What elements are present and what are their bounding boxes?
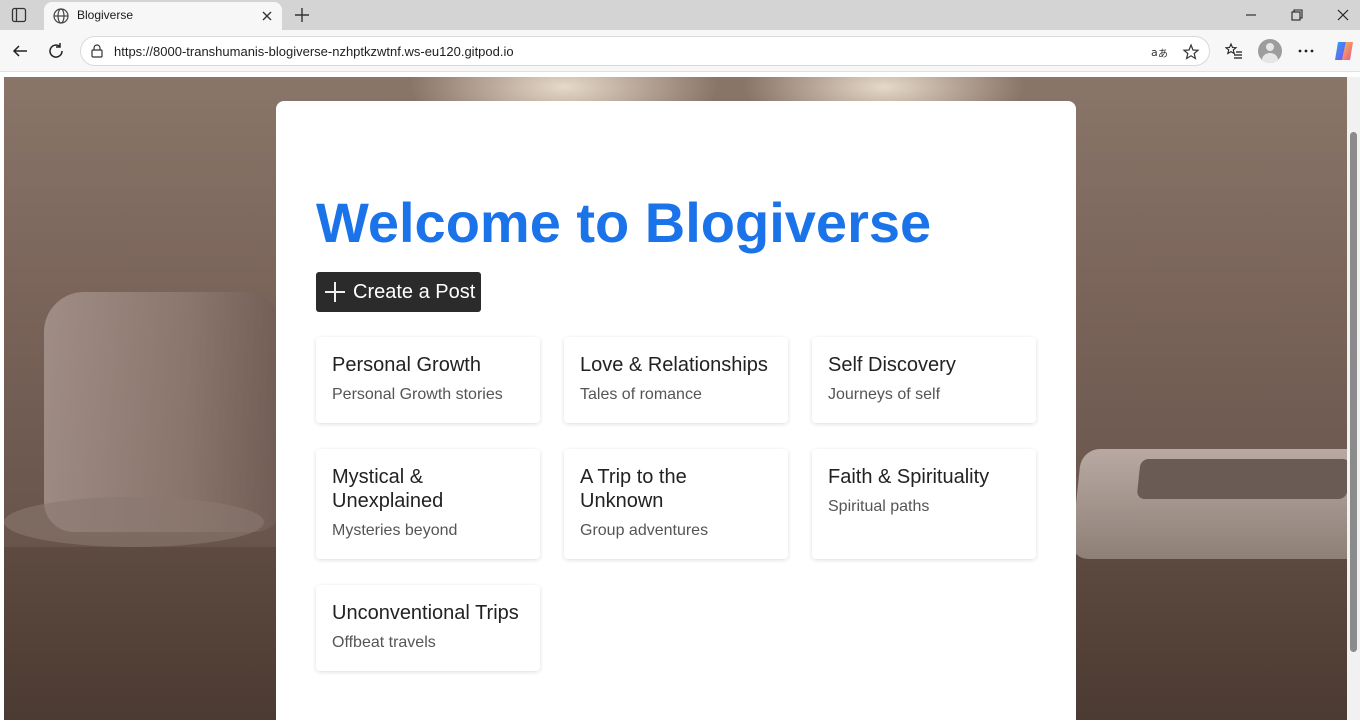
close-window-icon[interactable] (1320, 0, 1360, 30)
page-scrollbar[interactable] (1347, 77, 1360, 720)
category-title: Love & Relationships (580, 354, 768, 376)
category-title: Faith & Spirituality (828, 466, 990, 488)
category-title: A Trip to the Unknown (580, 466, 687, 512)
browser-tab[interactable]: Blogiverse (44, 2, 282, 30)
browser-toolbar: https://8000-transhumanis-blogiverse-nzh… (0, 30, 1360, 72)
create-post-button[interactable]: Create a Post (316, 272, 481, 312)
category-description: Group adventures (580, 522, 709, 539)
tab-title: Blogiverse (77, 8, 134, 22)
back-arrow-icon[interactable] (8, 39, 32, 63)
category-title: Unconventional Trips (332, 602, 519, 624)
category-title: Self Discovery (828, 354, 956, 376)
phone-shape (1070, 449, 1347, 559)
category-card-love-relationships[interactable]: Love & Relationships Tales of romance (564, 337, 788, 423)
new-tab-icon[interactable] (290, 3, 314, 27)
scrollbar-thumb[interactable] (1350, 132, 1357, 652)
translate-icon[interactable]: aあ (1148, 41, 1170, 63)
more-menu-icon[interactable] (1294, 39, 1318, 63)
category-description: Tales of romance (580, 386, 702, 403)
url-text[interactable]: https://8000-transhumanis-blogiverse-nzh… (114, 44, 514, 60)
category-card-unconventional-trips[interactable]: Unconventional Trips Offbeat travels (316, 585, 540, 671)
site-info-icon[interactable] (89, 43, 105, 59)
plus-icon (324, 281, 346, 303)
address-bar[interactable]: https://8000-transhumanis-blogiverse-nzh… (80, 36, 1210, 66)
close-tab-icon[interactable] (258, 7, 276, 25)
category-title: Personal Growth (332, 354, 481, 376)
globe-icon (52, 7, 70, 25)
svg-text:a: a (1151, 46, 1158, 59)
restore-icon[interactable] (1274, 0, 1320, 30)
category-description: Journeys of self (828, 386, 941, 403)
saucer-shape (4, 497, 264, 547)
favorite-star-icon[interactable] (1180, 41, 1202, 63)
category-description: Personal Growth stories (332, 386, 503, 403)
category-card-personal-growth[interactable]: Personal Growth Personal Growth stories (316, 337, 540, 423)
category-card-trip-unknown[interactable]: A Trip to the Unknown Group adventures (564, 449, 788, 559)
category-title: Mystical & Unexplained (332, 466, 444, 512)
copilot-icon[interactable] (1332, 39, 1356, 63)
svg-text:あ: あ (1158, 48, 1168, 60)
category-description: Offbeat travels (332, 634, 436, 651)
category-description: Spiritual paths (828, 498, 930, 515)
category-card-mystical-unexplained[interactable]: Mystical & Unexplained Mysteries beyond (316, 449, 540, 559)
sidebar-toggle-icon[interactable] (10, 6, 28, 24)
tab-bar: Blogiverse (0, 0, 1360, 30)
category-card-self-discovery[interactable]: Self Discovery Journeys of self (812, 337, 1036, 423)
category-description: Mysteries beyond (332, 522, 458, 539)
profile-avatar-icon[interactable] (1258, 39, 1282, 63)
page-title: Welcome to Blogiverse (316, 191, 932, 254)
create-post-label: Create a Post (353, 281, 476, 303)
category-card-faith-spirituality[interactable]: Faith & Spirituality Spiritual paths (812, 449, 1036, 559)
main-container: Welcome to Blogiverse Create a Post Pers… (276, 101, 1076, 724)
favorites-list-icon[interactable] (1222, 39, 1246, 63)
refresh-icon[interactable] (44, 39, 68, 63)
coffee-cup-shape (44, 292, 284, 532)
page-viewport: Welcome to Blogiverse Create a Post Pers… (0, 72, 1360, 724)
minimize-icon[interactable] (1228, 0, 1274, 30)
